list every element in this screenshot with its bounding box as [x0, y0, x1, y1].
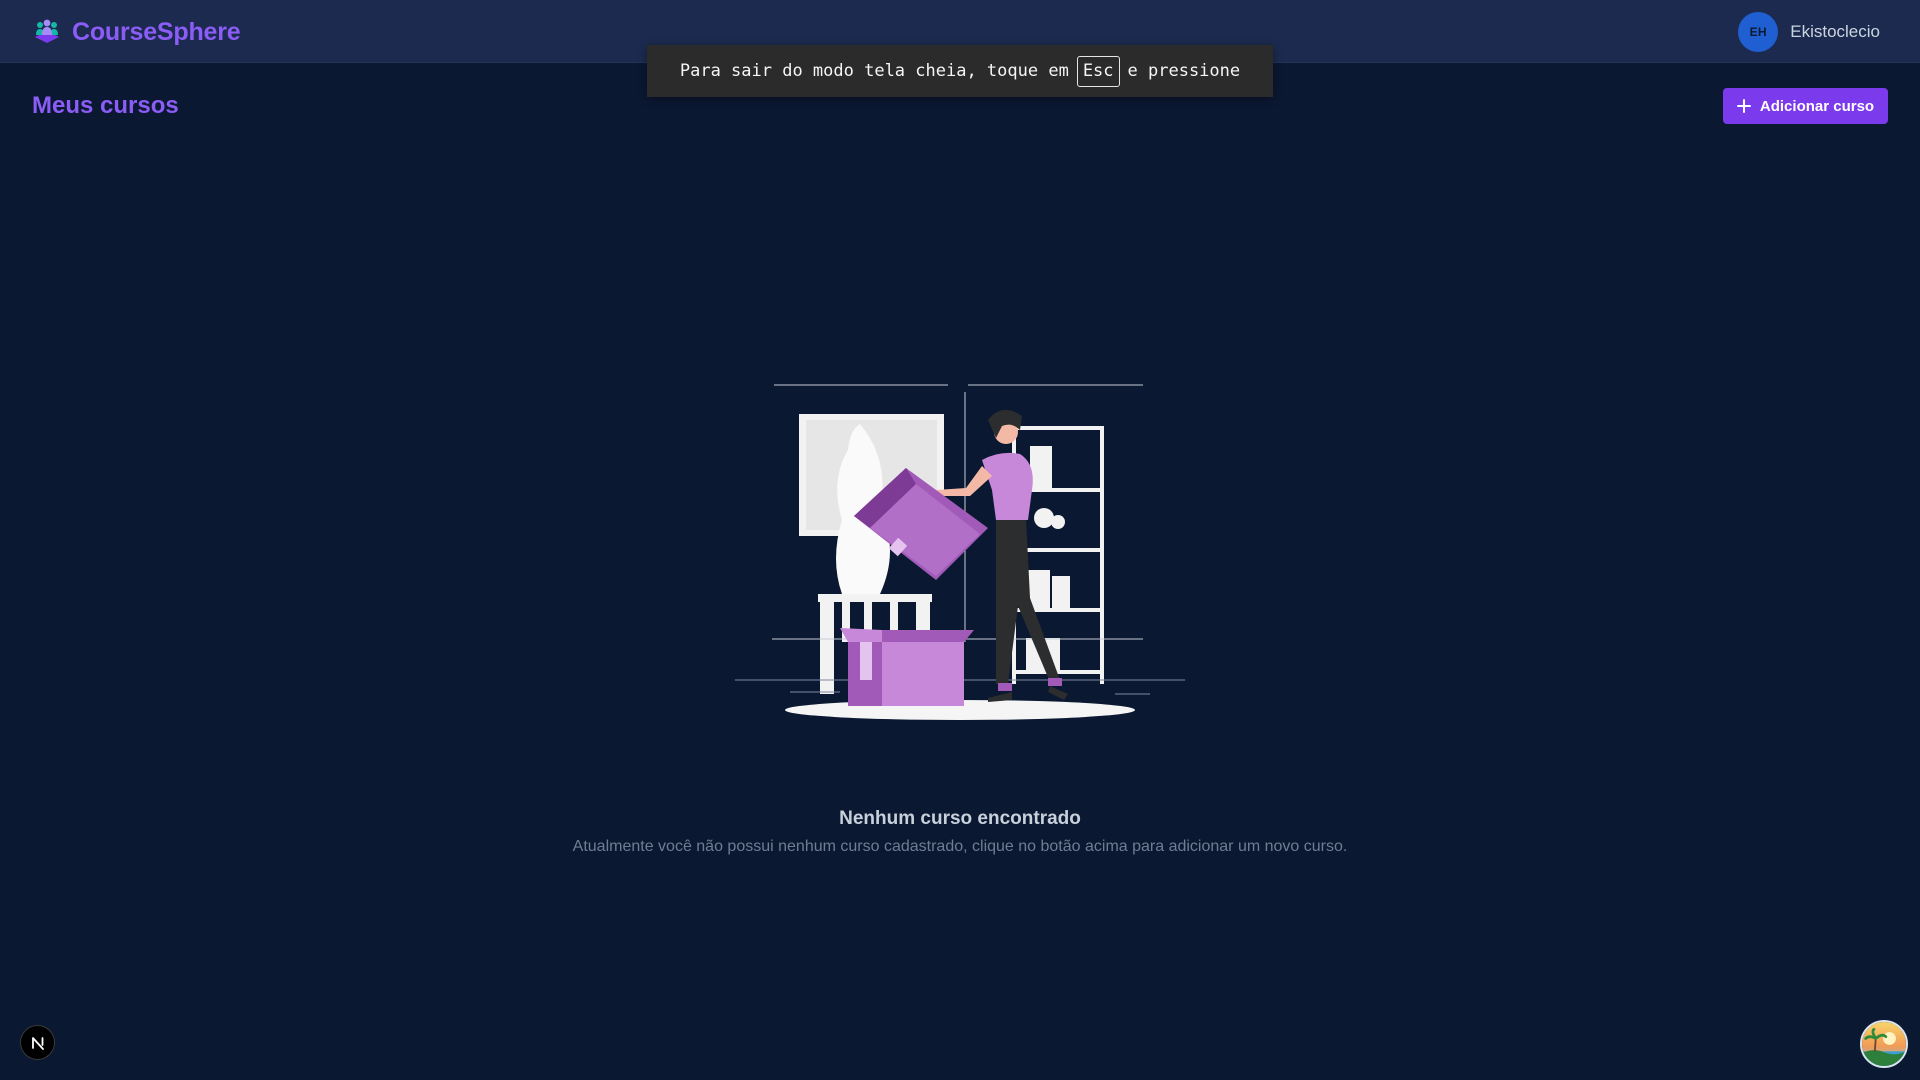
extension-button[interactable] — [1860, 1020, 1908, 1068]
user-menu[interactable]: EH Ekistoclecio — [1738, 12, 1880, 52]
brand-logo-link[interactable]: CourseSphere — [31, 16, 241, 48]
users-group-icon — [35, 19, 59, 43]
brand-name: CourseSphere — [72, 17, 241, 46]
fullscreen-exit-notice: Para sair do modo tela cheia, toque em E… — [647, 45, 1273, 97]
avatar: EH — [1738, 12, 1779, 52]
landscape-extension-icon — [1862, 1022, 1906, 1066]
plus-icon — [1736, 99, 1751, 113]
empty-state-title: Nenhum curso encontrado — [839, 808, 1081, 829]
user-name: Ekistoclecio — [1790, 22, 1880, 41]
add-course-button[interactable]: Adicionar curso — [1723, 88, 1888, 124]
nextjs-dev-badge[interactable] — [20, 1025, 55, 1060]
empty-state-description: Atualmente você não possui nenhum curso … — [572, 838, 1348, 855]
fullscreen-notice-text-after: e pressione — [1127, 61, 1241, 81]
add-course-label: Adicionar curso — [1759, 97, 1875, 115]
page-title: Meus cursos — [32, 92, 179, 119]
esc-key-hint: Esc — [1076, 55, 1120, 87]
empty-box-illustration — [735, 384, 1185, 720]
fullscreen-notice-text-before: Para sair do modo tela cheia, toque em — [679, 61, 1069, 81]
nextjs-icon — [31, 1036, 44, 1050]
